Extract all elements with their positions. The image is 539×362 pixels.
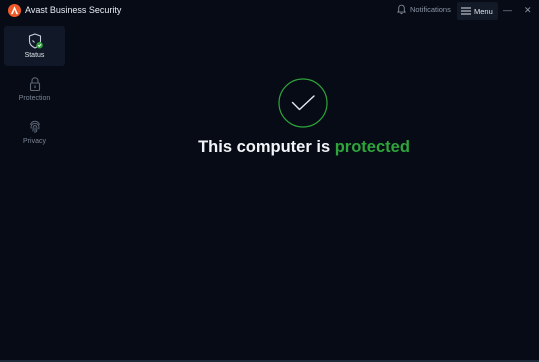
sidebar: Status Protection Privacy: [0, 22, 69, 360]
hamburger-icon: [461, 7, 471, 15]
menu-label: Menu: [474, 6, 493, 16]
sidebar-item-label: Status: [24, 52, 45, 59]
shield-check-icon: [28, 33, 43, 49]
notifications-label: Notifications: [410, 5, 451, 14]
status-headline: This computer is protected: [0, 138, 539, 157]
menu-button[interactable]: Menu: [457, 2, 498, 20]
protection-status-text: protected: [334, 138, 410, 156]
sidebar-item-label: Protection: [18, 95, 51, 102]
fingerprint-icon: [29, 120, 40, 133]
app-window: Avast Business Security Notifications Me…: [0, 0, 539, 362]
notifications-button[interactable]: Notifications: [396, 4, 451, 15]
avast-logo-icon: [8, 4, 21, 17]
headline-prefix: This computer is: [198, 138, 331, 156]
checkmark-icon: [278, 78, 328, 128]
app-title: Avast Business Security: [25, 5, 122, 15]
lock-icon: [29, 77, 40, 92]
minimize-button[interactable]: —: [503, 5, 512, 15]
title-bar: Avast Business Security Notifications Me…: [0, 0, 539, 22]
close-button[interactable]: ✕: [524, 5, 532, 16]
bell-icon: [397, 4, 406, 15]
sidebar-item-protection[interactable]: Protection: [4, 69, 65, 109]
sidebar-item-status[interactable]: Status: [4, 26, 65, 66]
